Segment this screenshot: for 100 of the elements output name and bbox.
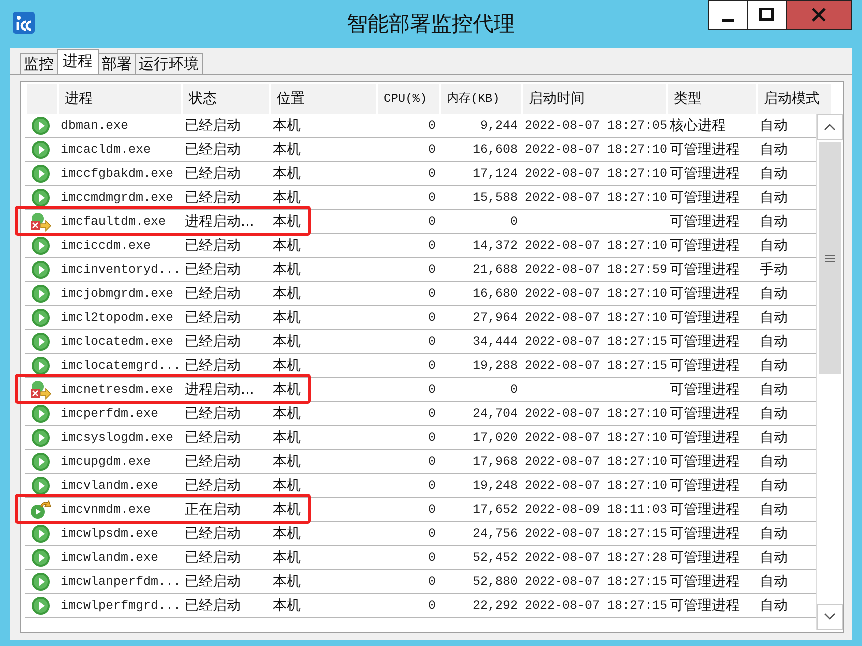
table-row[interactable]: imcacldm.exe 已经启动 本机 0 16,608 2022-08-07 18:27:10 可管理进程 自动 bbox=[25, 138, 816, 162]
table-row[interactable]: imcjobmgrdm.exe 已经启动 本机 0 16,680 2022-08-07 18:27:10 可管理进程 自动 bbox=[25, 282, 816, 306]
memory-value: 27,964 bbox=[472, 310, 519, 324]
column-header[interactable]: 启动模式 bbox=[756, 84, 831, 114]
table-row[interactable]: imcwlpsdm.exe 已经启动 本机 0 24,756 2022-08-07 18:27:15 可管理进程 自动 bbox=[25, 522, 816, 546]
table-row[interactable]: imcwlperfmgrd... 已经启动 本机 0 22,292 2022-08-07 18:27:15 可管理进程 自动 bbox=[25, 594, 816, 618]
process-type: 可管理进程 bbox=[669, 212, 740, 230]
table-row[interactable]: dbman.exe 已经启动 本机 0 9,244 2022-08-07 18:27:05 核心进程 自动 bbox=[25, 114, 816, 138]
start-time: 2022-08-09 18:11:03 bbox=[524, 502, 668, 516]
table-row[interactable]: imcnetresdm.exe 进程启动... 本机 0 0 可管理进程 自动 bbox=[25, 378, 816, 402]
table-row[interactable]: imcvnmdm.exe 正在启动 本机 0 17,652 2022-08-09 18:11:03 可管理进程 自动 bbox=[25, 498, 816, 522]
process-type: 可管理进程 bbox=[669, 452, 740, 470]
process-name: imccmdmgrdm.exe bbox=[60, 190, 174, 204]
column-header[interactable]: CPU(%) bbox=[376, 84, 439, 114]
memory-value: 17,020 bbox=[472, 430, 519, 444]
minimize-button[interactable] bbox=[708, 0, 748, 30]
start-time: 2022-08-07 18:27:10 bbox=[524, 406, 668, 420]
table-row[interactable]: imciccdm.exe 已经启动 本机 0 14,372 2022-08-07 18:27:10 可管理进程 自动 bbox=[25, 234, 816, 258]
memory-value: 19,288 bbox=[472, 358, 519, 372]
location-text: 本机 bbox=[272, 524, 301, 542]
process-name: imclocatemgrd... bbox=[60, 358, 182, 372]
table-row[interactable]: imcl2topodm.exe 已经启动 本机 0 27,964 2022-08-07 18:27:10 可管理进程 自动 bbox=[25, 306, 816, 330]
start-time: 2022-08-07 18:27:10 bbox=[524, 478, 668, 492]
scrollbar-thumb[interactable] bbox=[819, 142, 841, 374]
location-text: 本机 bbox=[272, 212, 301, 230]
table-row[interactable]: imclocatedm.exe 已经启动 本机 0 34,444 2022-08-07 18:27:15 可管理进程 自动 bbox=[25, 330, 816, 354]
start-mode: 自动 bbox=[759, 140, 788, 158]
maximize-button[interactable] bbox=[747, 0, 787, 30]
table-row[interactable]: imcinventoryd... 已经启动 本机 0 21,688 2022-08-07 18:27:59 可管理进程 手动 bbox=[25, 258, 816, 282]
start-mode: 手动 bbox=[759, 260, 788, 278]
status-text: 已经启动 bbox=[184, 404, 241, 422]
cpu-value: 0 bbox=[427, 478, 437, 492]
cpu-value: 0 bbox=[427, 502, 437, 516]
scroll-up-button[interactable] bbox=[817, 114, 843, 140]
column-header[interactable]: 类型 bbox=[666, 84, 756, 114]
chevron-down-icon bbox=[824, 613, 836, 621]
column-header[interactable]: 状态 bbox=[181, 84, 269, 114]
table-row[interactable]: imcupgdm.exe 已经启动 本机 0 17,968 2022-08-07 18:27:10 可管理进程 自动 bbox=[25, 450, 816, 474]
memory-value: 15,588 bbox=[472, 190, 519, 204]
tab[interactable]: 运行环境 bbox=[135, 53, 203, 74]
cpu-value: 0 bbox=[427, 358, 437, 372]
status-text: 进程启动... bbox=[184, 380, 254, 398]
table-row[interactable]: imcsyslogdm.exe 已经启动 本机 0 17,020 2022-08-07 18:27:10 可管理进程 自动 bbox=[25, 426, 816, 450]
start-mode: 自动 bbox=[759, 284, 788, 302]
start-time: 2022-08-07 18:27:10 bbox=[524, 454, 668, 468]
table-row[interactable]: imccmdmgrdm.exe 已经启动 本机 0 15,588 2022-08-07 18:27:10 可管理进程 自动 bbox=[25, 186, 816, 210]
process-type: 可管理进程 bbox=[669, 596, 740, 614]
location-text: 本机 bbox=[272, 572, 301, 590]
table-row[interactable]: imcvlandm.exe 已经启动 本机 0 19,248 2022-08-07 18:27:10 可管理进程 自动 bbox=[25, 474, 816, 498]
cpu-value: 0 bbox=[427, 430, 437, 444]
memory-value: 22,292 bbox=[472, 598, 519, 612]
table-row[interactable]: imccfgbakdm.exe 已经启动 本机 0 17,124 2022-08-07 18:27:10 可管理进程 自动 bbox=[25, 162, 816, 186]
close-button[interactable] bbox=[786, 0, 852, 30]
process-name: imcjobmgrdm.exe bbox=[60, 286, 174, 300]
location-text: 本机 bbox=[272, 500, 301, 518]
location-text: 本机 bbox=[272, 428, 301, 446]
process-name: imcl2topodm.exe bbox=[60, 310, 174, 324]
location-text: 本机 bbox=[272, 284, 301, 302]
location-text: 本机 bbox=[272, 308, 301, 326]
location-text: 本机 bbox=[272, 236, 301, 254]
start-time: 2022-08-07 18:27:10 bbox=[524, 310, 668, 324]
memory-value: 0 bbox=[509, 382, 519, 396]
process-type: 可管理进程 bbox=[669, 428, 740, 446]
memory-value: 16,680 bbox=[472, 286, 519, 300]
column-header[interactable]: 启动时间 bbox=[521, 84, 666, 114]
maximize-icon bbox=[759, 8, 775, 22]
start-mode: 自动 bbox=[759, 308, 788, 326]
status-text: 已经启动 bbox=[184, 356, 241, 374]
column-header[interactable]: 位置 bbox=[269, 84, 376, 114]
location-text: 本机 bbox=[272, 188, 301, 206]
table-row[interactable]: imcwlanperfdm... 已经启动 本机 0 52,880 2022-08-07 18:27:15 可管理进程 自动 bbox=[25, 570, 816, 594]
table-row[interactable]: imcfaultdm.exe 进程启动... 本机 0 0 可管理进程 自动 bbox=[25, 210, 816, 234]
tab[interactable]: 监控 bbox=[20, 53, 58, 74]
process-type: 可管理进程 bbox=[669, 164, 740, 182]
cpu-value: 0 bbox=[427, 598, 437, 612]
start-time: 2022-08-07 18:27:10 bbox=[524, 286, 668, 300]
start-time: 2022-08-07 18:27:15 bbox=[524, 358, 668, 372]
location-text: 本机 bbox=[272, 164, 301, 182]
process-name: imcinventoryd... bbox=[60, 262, 182, 276]
table-row[interactable]: imcwlandm.exe 已经启动 本机 0 52,452 2022-08-07 18:27:28 可管理进程 自动 bbox=[25, 546, 816, 570]
process-name: dbman.exe bbox=[60, 118, 129, 132]
scroll-down-button[interactable] bbox=[817, 604, 843, 630]
memory-value: 52,452 bbox=[472, 550, 519, 564]
start-mode: 自动 bbox=[759, 500, 788, 518]
cpu-value: 0 bbox=[427, 382, 437, 396]
memory-value: 9,244 bbox=[479, 118, 519, 132]
process-name: imcacldm.exe bbox=[60, 142, 152, 156]
table-row[interactable]: imclocatemgrd... 已经启动 本机 0 19,288 2022-08-07 18:27:15 可管理进程 自动 bbox=[25, 354, 816, 378]
cpu-value: 0 bbox=[427, 142, 437, 156]
start-mode: 自动 bbox=[759, 548, 788, 566]
column-header[interactable]: 内存(KB) bbox=[439, 84, 521, 114]
start-mode: 自动 bbox=[759, 164, 788, 182]
tab[interactable]: 部署 bbox=[98, 53, 136, 74]
column-header[interactable]: 进程 bbox=[57, 84, 181, 114]
start-time: 2022-08-07 18:27:10 bbox=[524, 238, 668, 252]
start-time: 2022-08-07 18:27:15 bbox=[524, 526, 668, 540]
location-text: 本机 bbox=[272, 452, 301, 470]
cpu-value: 0 bbox=[427, 190, 437, 204]
table-row[interactable]: imcperfdm.exe 已经启动 本机 0 24,704 2022-08-07 18:27:10 可管理进程 自动 bbox=[25, 402, 816, 426]
tab[interactable]: 进程 bbox=[57, 49, 99, 74]
